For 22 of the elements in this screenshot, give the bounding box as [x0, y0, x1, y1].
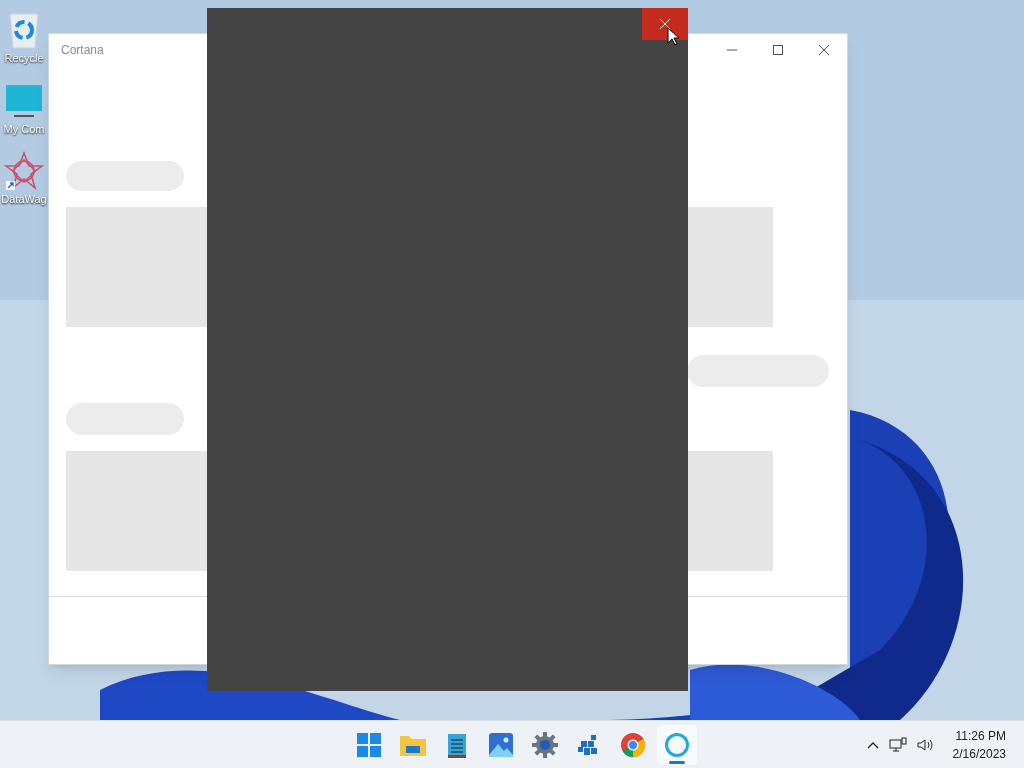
clock-time[interactable]: 11:26 PM	[955, 726, 1006, 745]
speaker-icon[interactable]	[916, 737, 933, 752]
clock-date[interactable]: 2/16/2023	[952, 744, 1006, 763]
star-pattern-icon	[4, 151, 44, 191]
notepad-icon[interactable]	[447, 731, 467, 758]
browser-icon[interactable]	[621, 732, 645, 757]
window-title: Cortana	[61, 42, 105, 59]
close-button[interactable]	[642, 8, 688, 40]
photo-icon[interactable]	[489, 732, 513, 757]
taskbar-app[interactable]	[657, 724, 697, 765]
network-icon[interactable]	[888, 736, 907, 753]
pointer-icon	[667, 27, 679, 46]
windows-logo-icon[interactable]	[357, 732, 381, 757]
desktop-icon-label[interactable]: Recycle	[4, 50, 44, 67]
chevron-up-icon[interactable]	[866, 740, 879, 749]
close-icon	[659, 18, 671, 30]
desktop-icon-label[interactable]: DataWag	[1, 191, 47, 208]
close-icon[interactable]	[818, 44, 830, 56]
folder-icon[interactable]	[400, 733, 426, 756]
desktop-icon-label[interactable]: My Com	[3, 120, 45, 137]
maximize-icon[interactable]	[772, 44, 784, 56]
ring-icon[interactable]	[664, 731, 690, 758]
